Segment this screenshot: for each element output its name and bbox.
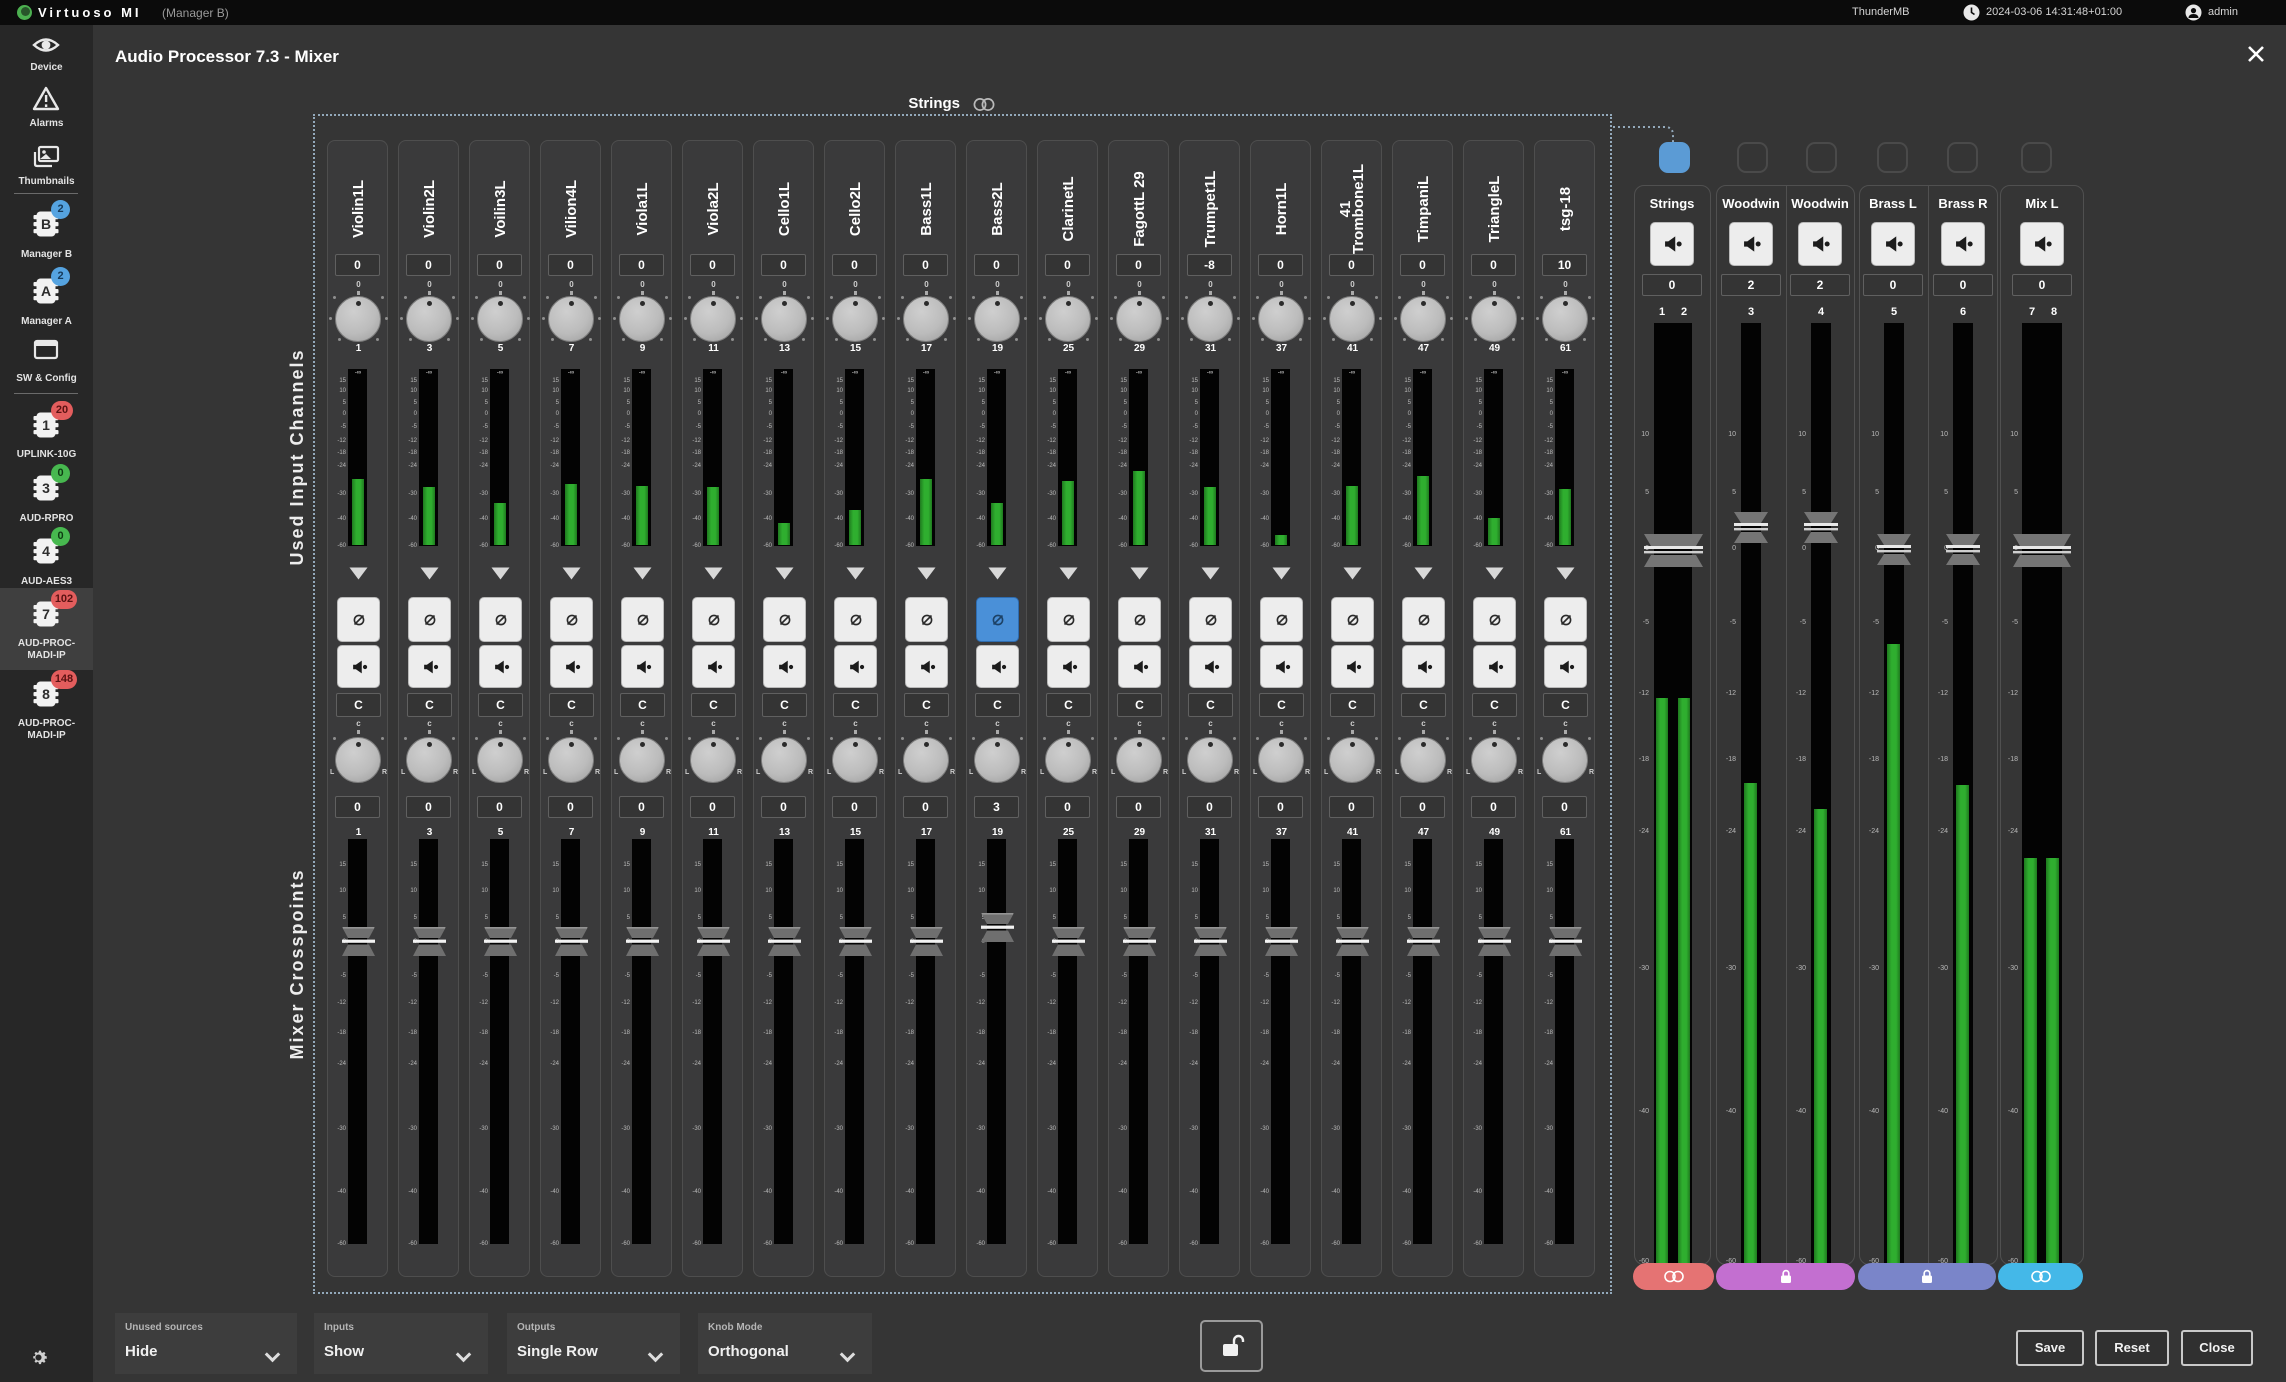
svg-text:4: 4 bbox=[42, 543, 50, 559]
svg-text:7: 7 bbox=[42, 606, 50, 622]
svg-text:1: 1 bbox=[42, 417, 50, 433]
svg-text:B: B bbox=[41, 216, 51, 232]
svg-text:8: 8 bbox=[42, 686, 50, 702]
svg-text:3: 3 bbox=[42, 480, 50, 496]
svg-text:A: A bbox=[41, 283, 51, 299]
